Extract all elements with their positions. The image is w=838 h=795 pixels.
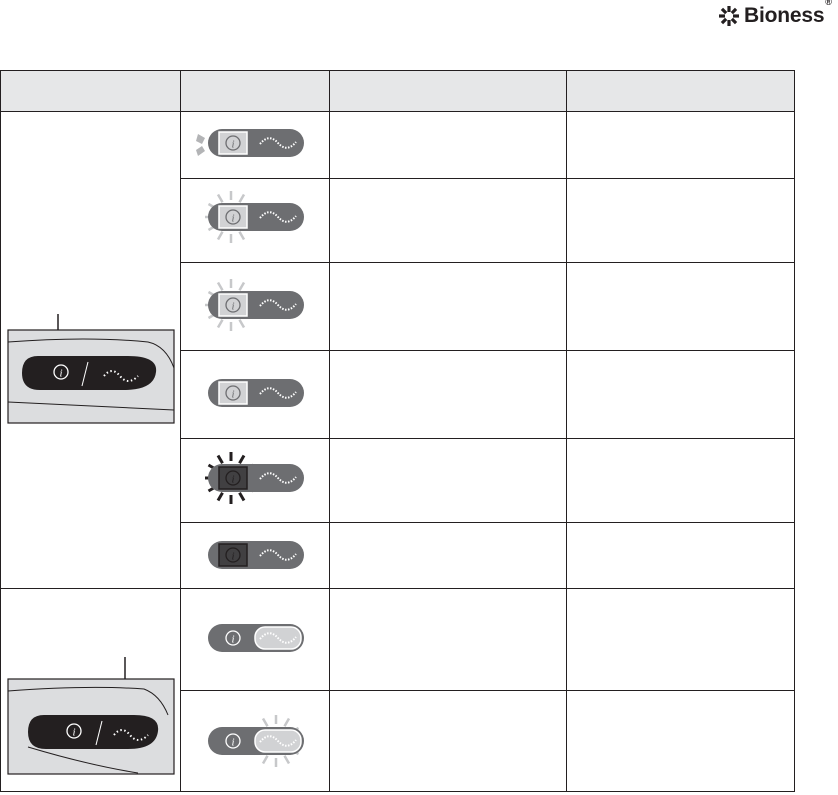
row-divider: [181, 438, 794, 439]
svg-text:i: i: [231, 301, 234, 313]
svg-text:i: i: [231, 389, 234, 401]
bioness-starburst-icon: [719, 6, 739, 26]
controller-body: [28, 715, 159, 749]
svg-text:i: i: [231, 737, 234, 749]
info-light-flashing-indicator: i: [205, 279, 304, 331]
row-divider: [181, 262, 794, 263]
column-divider: [566, 71, 567, 791]
controller-illustration-stim: i: [7, 657, 175, 775]
row-divider: [181, 350, 794, 351]
svg-text:i: i: [72, 727, 75, 739]
info-light-solid-dark-indicator: i: [208, 541, 304, 569]
svg-text:i: i: [59, 368, 62, 380]
controller-illustration-info: i: [7, 314, 175, 424]
svg-text:i: i: [231, 634, 234, 646]
table-header-row: [1, 71, 794, 112]
stim-light-solid-indicator: i: [208, 624, 304, 652]
bioness-logo: Bioness®: [718, 0, 832, 30]
column-divider: [329, 71, 330, 791]
group-divider: [1, 588, 794, 589]
info-light-dark-flashing-indicator: i: [205, 452, 304, 504]
info-light-blinking-left-indicator: i: [196, 129, 304, 157]
column-divider: [180, 71, 181, 791]
svg-text:i: i: [231, 139, 234, 151]
svg-text:i: i: [231, 474, 234, 486]
info-light-solid-gray-indicator: i: [208, 379, 304, 407]
row-divider: [181, 690, 794, 691]
row-divider: [181, 178, 794, 179]
info-light-flashing-indicator: i: [205, 191, 304, 243]
svg-text:i: i: [231, 551, 234, 563]
svg-text:i: i: [231, 213, 234, 225]
controller-body: [22, 356, 157, 390]
stim-light-flashing-indicator: i: [208, 715, 304, 767]
logo-wordmark: Bioness®: [744, 0, 832, 27]
